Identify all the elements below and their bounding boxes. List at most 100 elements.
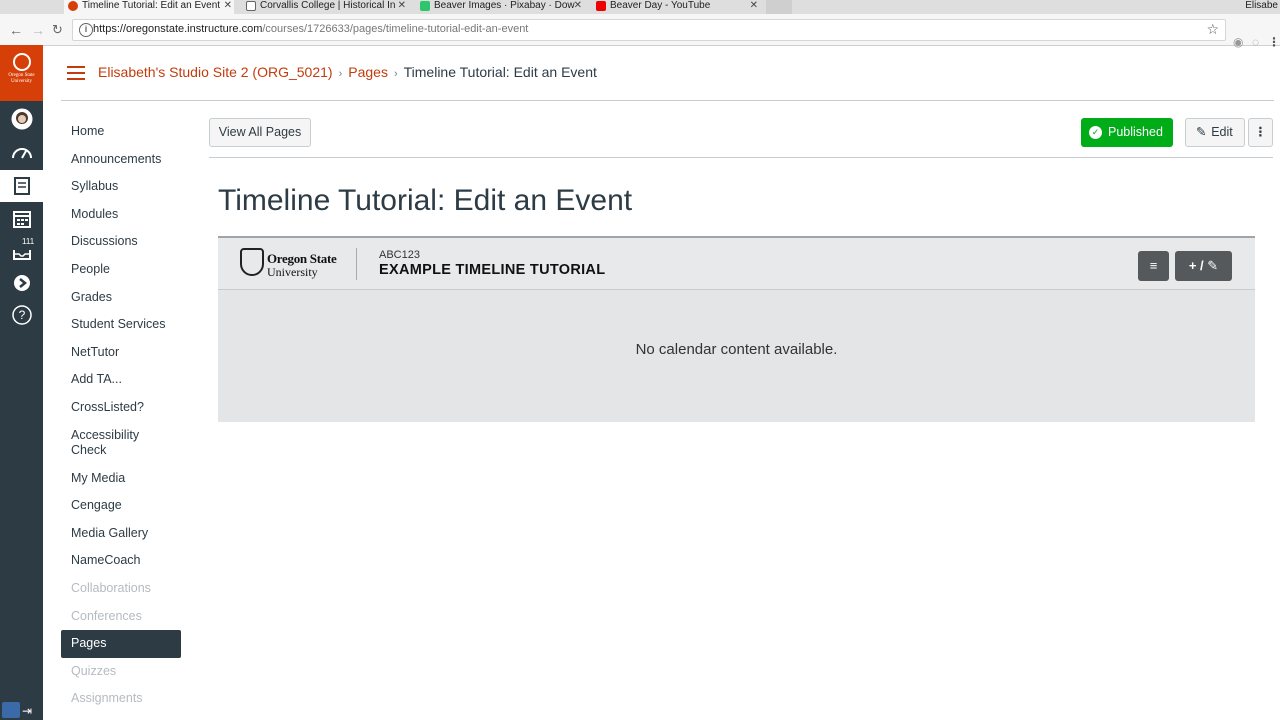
breadcrumb-course-link[interactable]: Elisabeth's Studio Site 2 (ORG_5021) bbox=[98, 64, 333, 80]
more-options-button[interactable]: ⋮ bbox=[1248, 118, 1273, 147]
youtube-icon bbox=[596, 1, 606, 11]
dashboard-nav[interactable] bbox=[0, 137, 43, 169]
course-nav-item[interactable]: NameCoach bbox=[61, 547, 183, 575]
inbox-nav[interactable]: 111 bbox=[0, 235, 43, 267]
view-all-pages-button[interactable]: View All Pages bbox=[209, 118, 311, 147]
close-tab-icon[interactable]: ✕ bbox=[574, 0, 582, 12]
browser-tab[interactable]: Beaver Day - YouTube ✕ bbox=[592, 0, 760, 14]
commons-nav[interactable] bbox=[0, 267, 43, 299]
header-divider bbox=[356, 248, 357, 280]
edit-label: Edit bbox=[1211, 125, 1233, 139]
close-tab-icon[interactable]: ✕ bbox=[750, 0, 758, 12]
browser-tab[interactable]: Timeline Tutorial: Edit an Event ✕ bbox=[64, 0, 234, 14]
close-tab-icon[interactable]: ✕ bbox=[398, 0, 406, 12]
course-code: ABC123 bbox=[379, 249, 420, 261]
screen-recorder-icon[interactable] bbox=[2, 702, 20, 718]
tab-title: Corvallis College | Historical In bbox=[260, 0, 396, 11]
browser-tab[interactable]: Beaver Images · Pixabay · Dow ✕ bbox=[416, 0, 584, 14]
edit-button[interactable]: ✎ Edit bbox=[1185, 118, 1245, 147]
course-nav-item[interactable]: Media Gallery bbox=[61, 520, 183, 548]
avatar-icon bbox=[11, 108, 32, 130]
course-nav-item[interactable]: Accessibility Check bbox=[61, 422, 183, 465]
dashboard-icon bbox=[11, 148, 32, 159]
logo-text: University bbox=[10, 79, 33, 84]
tab-title: Beaver Images · Pixabay · Dow bbox=[434, 0, 575, 11]
course-nav-item[interactable]: Collaborations bbox=[61, 575, 183, 603]
page-icon bbox=[246, 1, 256, 11]
commons-icon bbox=[13, 275, 30, 291]
info-icon[interactable]: i bbox=[79, 23, 93, 37]
course-nav-item[interactable]: Conferences bbox=[61, 603, 183, 631]
back-arrow-icon[interactable]: ← bbox=[9, 22, 23, 38]
toolbar-divider bbox=[209, 157, 1273, 158]
course-header: Elisabeth's Studio Site 2 (ORG_5021) › Pag… bbox=[61, 45, 1274, 101]
help-icon: ? bbox=[11, 305, 32, 325]
course-nav: Home Announcements Syllabus Modules Discussi… bbox=[61, 118, 183, 713]
course-nav-item[interactable]: CrossListed? bbox=[61, 394, 183, 422]
collapse-nav-icon[interactable]: ⇥ bbox=[22, 704, 32, 718]
breadcrumb-pages-link[interactable]: Pages bbox=[348, 64, 388, 80]
hamburger-menu-icon[interactable] bbox=[67, 66, 85, 80]
browser-tab-bar: Timeline Tutorial: Edit an Event ✕ Corva… bbox=[0, 0, 1280, 14]
forward-arrow-icon[interactable]: → bbox=[31, 22, 45, 38]
osu-favicon-icon bbox=[68, 1, 78, 11]
course-nav-item[interactable]: Home bbox=[61, 118, 183, 146]
timeline-header: Oregon State University ABC123 EXAMPLE T… bbox=[218, 238, 1255, 290]
courses-nav[interactable] bbox=[0, 170, 43, 202]
course-nav-item[interactable]: People bbox=[61, 256, 183, 284]
course-nav-item[interactable]: Pages bbox=[61, 630, 181, 658]
help-nav[interactable]: ? bbox=[0, 299, 43, 331]
pencil-icon: ✎ bbox=[1196, 125, 1207, 139]
course-title: EXAMPLE TIMELINE TUTORIAL bbox=[379, 262, 606, 278]
list-menu-button[interactable]: ≡ bbox=[1138, 251, 1169, 281]
timeline-embed: Oregon State University ABC123 EXAMPLE T… bbox=[218, 236, 1255, 422]
browser-tab[interactable]: Corvallis College | Historical In ✕ bbox=[242, 0, 408, 14]
list-icon: ≡ bbox=[1149, 258, 1158, 273]
tab-title: Timeline Tutorial: Edit an Event bbox=[82, 0, 221, 11]
page-title: Timeline Tutorial: Edit an Event bbox=[218, 184, 633, 217]
url-text: https://oregonstate.instructure.com/cour… bbox=[93, 23, 529, 35]
published-label: Published bbox=[1108, 125, 1163, 139]
osu-logo[interactable]: Oregon State University bbox=[0, 45, 43, 101]
global-nav: Oregon State University 111 ? ⇥ bbox=[0, 45, 43, 720]
inbox-badge: 111 bbox=[22, 237, 35, 246]
course-nav-item[interactable]: Discussions bbox=[61, 228, 183, 256]
close-tab-icon[interactable]: ✕ bbox=[224, 0, 232, 12]
breadcrumb: Elisabeth's Studio Site 2 (ORG_5021) › Pag… bbox=[98, 64, 597, 80]
check-circle-icon: ✓ bbox=[1089, 126, 1102, 139]
browser-user[interactable]: Elisabe bbox=[1245, 0, 1278, 11]
tab-title: Beaver Day - YouTube bbox=[610, 0, 711, 11]
course-nav-item[interactable]: Cengage bbox=[61, 492, 183, 520]
account-nav[interactable] bbox=[0, 103, 43, 135]
courses-icon bbox=[13, 177, 30, 195]
course-nav-item[interactable]: Student Services bbox=[61, 311, 183, 339]
chevron-right-icon: › bbox=[338, 68, 343, 80]
logo-line: University bbox=[267, 265, 318, 279]
course-nav-item[interactable]: Syllabus bbox=[61, 173, 183, 201]
svg-text:?: ? bbox=[18, 308, 25, 322]
published-button[interactable]: ✓ Published bbox=[1081, 118, 1173, 147]
course-nav-item[interactable]: Add TA... bbox=[61, 366, 183, 394]
address-bar: ← → ↻ i https://oregonstate.instructure.… bbox=[0, 14, 1280, 49]
empty-message: No calendar content available. bbox=[635, 341, 838, 358]
pixabay-icon bbox=[420, 1, 430, 11]
course-nav-item[interactable]: NetTutor bbox=[61, 339, 183, 367]
chevron-right-icon: › bbox=[393, 68, 398, 80]
add-edit-button[interactable]: + / ✎ bbox=[1175, 251, 1232, 281]
breadcrumb-current: Timeline Tutorial: Edit an Event bbox=[403, 64, 597, 80]
osu-wordmark-logo: Oregon State University bbox=[240, 248, 340, 280]
course-nav-item[interactable]: Grades bbox=[61, 284, 183, 312]
course-nav-item[interactable]: Modules bbox=[61, 201, 183, 229]
course-nav-item[interactable]: Quizzes bbox=[61, 658, 183, 686]
course-nav-item[interactable]: Assignments bbox=[61, 685, 183, 713]
osu-emblem-icon bbox=[240, 248, 264, 276]
bookmark-star-icon[interactable]: ☆ bbox=[1206, 21, 1219, 38]
calendar-icon bbox=[12, 211, 31, 228]
course-nav-item[interactable]: My Media bbox=[61, 465, 183, 493]
reload-icon[interactable]: ↻ bbox=[52, 22, 63, 38]
new-tab-button[interactable] bbox=[766, 0, 792, 14]
calendar-nav[interactable] bbox=[0, 203, 43, 235]
course-nav-item[interactable]: Announcements bbox=[61, 146, 183, 174]
osu-seal-icon bbox=[12, 53, 31, 71]
url-field[interactable]: i https://oregonstate.instructure.com/co… bbox=[72, 19, 1226, 41]
